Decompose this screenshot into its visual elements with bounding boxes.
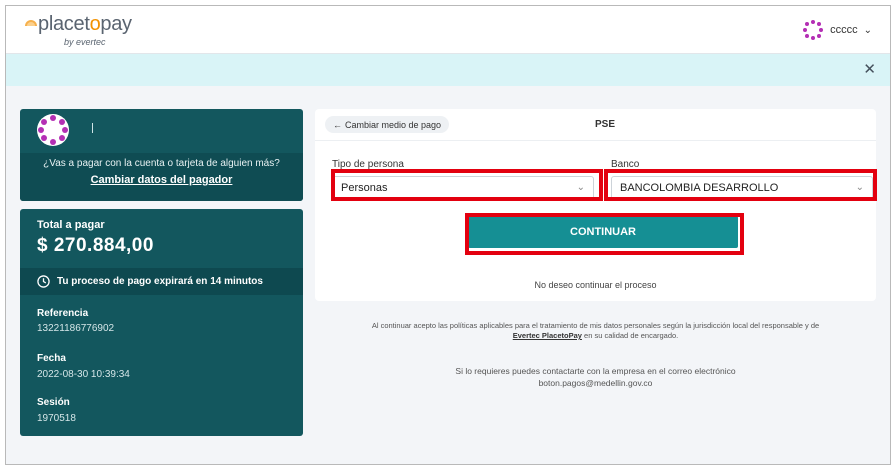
placetopay-logo: placetopay by evertec [24,13,132,47]
browser-frame: placetopay by evertec ccccc ⌄ ✕ ¿Vas a p… [5,5,891,465]
legal-text: Al continuar acepto las políticas aplica… [371,321,820,330]
notification-bar: ✕ [6,54,890,86]
contact-email[interactable]: boton.pagos@medellin.gov.co [539,378,653,388]
payer-name-placeholder [92,123,93,133]
change-payment-method-label: Cambiar medio de pago [345,119,442,130]
payer-change-section: ¿Vas a pagar con la cuenta o tarjeta de … [20,153,303,201]
cancel-process-link[interactable]: No deseo continuar el proceso [315,280,876,290]
person-type-value: Personas [341,182,388,194]
bank-value: BANCOLOMBIA DESARROLLO [620,182,779,194]
person-type-select[interactable]: Personas ⌄ [332,176,594,200]
bank-label: Banco [611,159,640,170]
date-label: Fecha [37,353,66,364]
logo-fan-icon [25,20,37,26]
legal-text-end: en su calidad de encargado. [584,331,679,340]
chevron-down-icon: ⌄ [855,182,864,193]
change-payment-method-button[interactable]: ← Cambiar medio de pago [325,116,450,133]
date-value: 2022-08-30 10:39:34 [37,369,130,380]
expiration-text: Tu proceso de pago expirará en 14 minuto… [57,276,263,287]
clock-icon [37,275,50,288]
close-icon[interactable]: ✕ [863,60,876,78]
chevron-down-icon: ⌄ [863,24,872,36]
expiration-notice: Tu proceso de pago expirará en 14 minuto… [20,268,303,295]
payment-method-title: PSE [595,119,616,130]
payer-question: ¿Vas a pagar con la cuenta o tarjeta de … [43,158,280,169]
logo-tagline: by evertec [64,37,106,47]
payment-form-card: ← Cambiar medio de pago PSE Tipo de pers… [315,109,876,301]
payer-header [20,109,303,149]
session-value: 1970518 [37,413,76,424]
person-type-label: Tipo de persona [332,159,404,170]
user-name: ccccc [830,24,858,36]
reference-value: 13221186776902 [37,323,115,334]
contact-text: Si lo requieres puedes contactarte con l… [455,366,736,376]
legal-notice: Al continuar acepto las políticas aplica… [315,321,876,341]
total-amount: $ 270.884,00 [37,235,154,256]
arrow-left-icon: ← [333,119,342,130]
chevron-down-icon: ⌄ [576,182,585,193]
evertec-placetopay-link[interactable]: Evertec PlacetoPay [513,331,582,340]
continue-button[interactable]: CONTINUAR [468,216,738,248]
total-label: Total a pagar [37,219,105,231]
top-bar: placetopay by evertec ccccc ⌄ [6,6,890,54]
payer-avatar-icon [37,114,69,146]
user-menu[interactable]: ccccc ⌄ [802,19,872,41]
reference-label: Referencia [37,308,89,319]
payer-card: ¿Vas a pagar con la cuenta o tarjeta de … [20,109,303,201]
logo-wordmark: placetopay [38,13,132,35]
divider [315,140,876,141]
contact-info: Si lo requieres puedes contactarte con l… [315,365,876,389]
user-avatar-icon [803,20,824,40]
payment-summary-card: Total a pagar $ 270.884,00 Tu proceso de… [20,209,303,436]
change-payer-link[interactable]: Cambiar datos del pagador [20,174,303,186]
session-label: Sesión [37,397,70,408]
bank-select[interactable]: BANCOLOMBIA DESARROLLO ⌄ [611,176,873,200]
